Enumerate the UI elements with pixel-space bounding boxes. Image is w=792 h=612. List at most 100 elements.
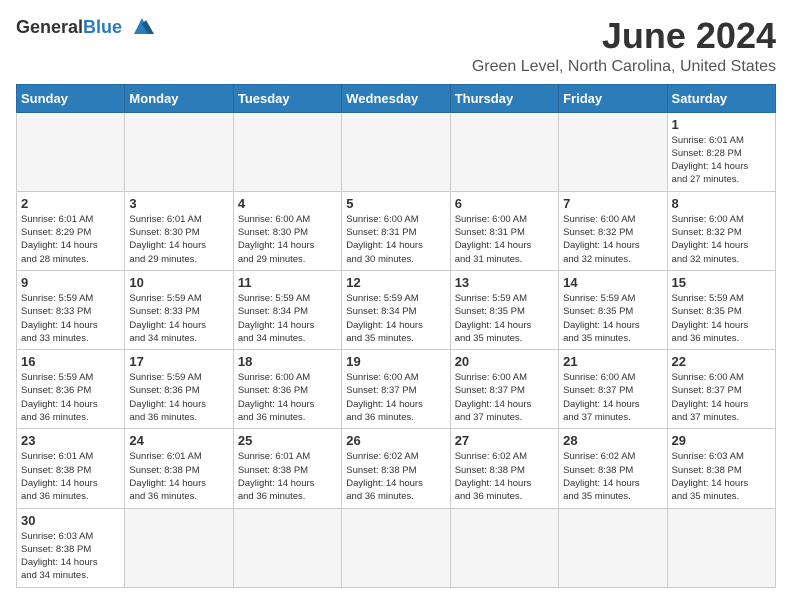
day-number: 30 [21,513,120,528]
day-number: 23 [21,433,120,448]
calendar-day-17: 17Sunrise: 5:59 AM Sunset: 8:36 PM Dayli… [125,350,233,429]
day-info: Sunrise: 6:00 AM Sunset: 8:37 PM Dayligh… [346,371,445,424]
calendar-empty-cell [125,508,233,587]
day-number: 27 [455,433,554,448]
calendar-day-19: 19 Sunrise: 6:00 AM Sunset: 8:37 PM Dayli… [342,350,450,429]
calendar-empty-cell [233,508,341,587]
calendar-header: SundayMondayTuesdayWednesdayThursdayFrid… [17,84,776,112]
day-number: 17 [129,354,228,369]
day-info: Sunrise: 6:00 AM Sunset: 8:36 PM Dayligh… [238,371,337,424]
day-info: Sunrise: 6:02 AM Sunset: 8:38 PM Dayligh… [563,450,662,503]
day-number: 5 [346,196,445,211]
calendar-day-3: 3 Sunrise: 6:01 AM Sunset: 8:30 PM Daylig… [125,191,233,270]
day-info: Sunrise: 6:01 AM Sunset: 8:29 PM Dayligh… [21,213,120,266]
day-number: 29 [672,433,771,448]
day-info: Sunrise: 6:00 AM Sunset: 8:30 PM Dayligh… [238,213,337,266]
day-number: 20 [455,354,554,369]
day-info: Sunrise: 6:01 AM Sunset: 8:30 PM Dayligh… [129,213,228,266]
calendar-day-1: 1Sunrise: 6:01 AM Sunset: 8:28 PM Daylig… [667,112,775,191]
day-number: 24 [129,433,228,448]
day-info: Sunrise: 6:03 AM Sunset: 8:38 PM Dayligh… [21,530,120,583]
calendar-empty-cell [450,112,558,191]
calendar-week-row: 16Sunrise: 5:59 AM Sunset: 8:36 PM Dayli… [17,350,776,429]
calendar-day-30: 30 Sunrise: 6:03 AM Sunset: 8:38 PM Dayli… [17,508,125,587]
calendar-day-28: 28 Sunrise: 6:02 AM Sunset: 8:38 PM Dayli… [559,429,667,508]
day-info: Sunrise: 6:00 AM Sunset: 8:31 PM Dayligh… [455,213,554,266]
calendar-empty-cell [342,112,450,191]
day-number: 6 [455,196,554,211]
calendar-day-23: 23 Sunrise: 6:01 AM Sunset: 8:38 PM Dayli… [17,429,125,508]
day-number: 22 [672,354,771,369]
logo: GeneralBlue [16,16,158,38]
weekday-header-tuesday: Tuesday [233,84,341,112]
title-block: June 2024 Green Level, North Carolina, U… [472,16,776,76]
day-number: 3 [129,196,228,211]
calendar-day-6: 6 Sunrise: 6:00 AM Sunset: 8:31 PM Daylig… [450,191,558,270]
weekday-header-thursday: Thursday [450,84,558,112]
calendar-week-row: 23 Sunrise: 6:01 AM Sunset: 8:38 PM Dayli… [17,429,776,508]
day-info: Sunrise: 6:00 AM Sunset: 8:37 PM Dayligh… [563,371,662,424]
calendar-day-12: 12 Sunrise: 5:59 AM Sunset: 8:34 PM Dayli… [342,270,450,349]
calendar-day-18: 18Sunrise: 6:00 AM Sunset: 8:36 PM Dayli… [233,350,341,429]
weekday-header-sunday: Sunday [17,84,125,112]
calendar-day-7: 7Sunrise: 6:00 AM Sunset: 8:32 PM Daylig… [559,191,667,270]
calendar-week-row: 1Sunrise: 6:01 AM Sunset: 8:28 PM Daylig… [17,112,776,191]
calendar-day-21: 21 Sunrise: 6:00 AM Sunset: 8:37 PM Dayli… [559,350,667,429]
day-info: Sunrise: 6:00 AM Sunset: 8:37 PM Dayligh… [455,371,554,424]
day-number: 2 [21,196,120,211]
day-info: Sunrise: 5:59 AM Sunset: 8:36 PM Dayligh… [21,371,120,424]
day-info: Sunrise: 5:59 AM Sunset: 8:34 PM Dayligh… [238,292,337,345]
calendar-day-8: 8 Sunrise: 6:00 AM Sunset: 8:32 PM Daylig… [667,191,775,270]
calendar-day-16: 16Sunrise: 5:59 AM Sunset: 8:36 PM Dayli… [17,350,125,429]
calendar-empty-cell [559,112,667,191]
weekday-header-monday: Monday [125,84,233,112]
calendar-day-29: 29 Sunrise: 6:03 AM Sunset: 8:38 PM Dayli… [667,429,775,508]
calendar-day-20: 20 Sunrise: 6:00 AM Sunset: 8:37 PM Dayli… [450,350,558,429]
day-info: Sunrise: 6:00 AM Sunset: 8:31 PM Dayligh… [346,213,445,266]
day-number: 28 [563,433,662,448]
day-info: Sunrise: 6:01 AM Sunset: 8:38 PM Dayligh… [21,450,120,503]
day-number: 11 [238,275,337,290]
calendar-empty-cell [233,112,341,191]
calendar-day-5: 5 Sunrise: 6:00 AM Sunset: 8:31 PM Daylig… [342,191,450,270]
day-number: 12 [346,275,445,290]
day-info: Sunrise: 6:01 AM Sunset: 8:38 PM Dayligh… [129,450,228,503]
day-number: 21 [563,354,662,369]
calendar-empty-cell [559,508,667,587]
calendar-day-4: 4 Sunrise: 6:00 AM Sunset: 8:30 PM Daylig… [233,191,341,270]
day-number: 7 [563,196,662,211]
day-number: 8 [672,196,771,211]
day-number: 10 [129,275,228,290]
calendar-day-10: 10Sunrise: 5:59 AM Sunset: 8:33 PM Dayli… [125,270,233,349]
day-info: Sunrise: 6:01 AM Sunset: 8:28 PM Dayligh… [672,134,771,187]
calendar-day-24: 24 Sunrise: 6:01 AM Sunset: 8:38 PM Dayli… [125,429,233,508]
day-info: Sunrise: 5:59 AM Sunset: 8:34 PM Dayligh… [346,292,445,345]
calendar-day-26: 26Sunrise: 6:02 AM Sunset: 8:38 PM Dayli… [342,429,450,508]
calendar-week-row: 2 Sunrise: 6:01 AM Sunset: 8:29 PM Daylig… [17,191,776,270]
day-number: 4 [238,196,337,211]
day-number: 15 [672,275,771,290]
weekday-header-wednesday: Wednesday [342,84,450,112]
day-info: Sunrise: 6:00 AM Sunset: 8:32 PM Dayligh… [672,213,771,266]
day-number: 26 [346,433,445,448]
calendar-day-25: 25Sunrise: 6:01 AM Sunset: 8:38 PM Dayli… [233,429,341,508]
calendar-empty-cell [450,508,558,587]
calendar-empty-cell [342,508,450,587]
day-number: 14 [563,275,662,290]
month-title: June 2024 [472,16,776,56]
logo-icon [126,16,158,38]
calendar-day-15: 15Sunrise: 5:59 AM Sunset: 8:35 PM Dayli… [667,270,775,349]
calendar-empty-cell [125,112,233,191]
calendar-table: SundayMondayTuesdayWednesdayThursdayFrid… [16,84,776,588]
weekday-header-friday: Friday [559,84,667,112]
day-info: Sunrise: 6:03 AM Sunset: 8:38 PM Dayligh… [672,450,771,503]
day-info: Sunrise: 5:59 AM Sunset: 8:35 PM Dayligh… [563,292,662,345]
calendar-week-row: 30 Sunrise: 6:03 AM Sunset: 8:38 PM Dayli… [17,508,776,587]
day-number: 19 [346,354,445,369]
calendar-day-11: 11 Sunrise: 5:59 AM Sunset: 8:34 PM Dayli… [233,270,341,349]
day-info: Sunrise: 5:59 AM Sunset: 8:35 PM Dayligh… [455,292,554,345]
calendar-day-22: 22 Sunrise: 6:00 AM Sunset: 8:37 PM Dayli… [667,350,775,429]
day-info: Sunrise: 6:00 AM Sunset: 8:37 PM Dayligh… [672,371,771,424]
calendar-day-27: 27Sunrise: 6:02 AM Sunset: 8:38 PM Dayli… [450,429,558,508]
calendar-day-13: 13Sunrise: 5:59 AM Sunset: 8:35 PM Dayli… [450,270,558,349]
